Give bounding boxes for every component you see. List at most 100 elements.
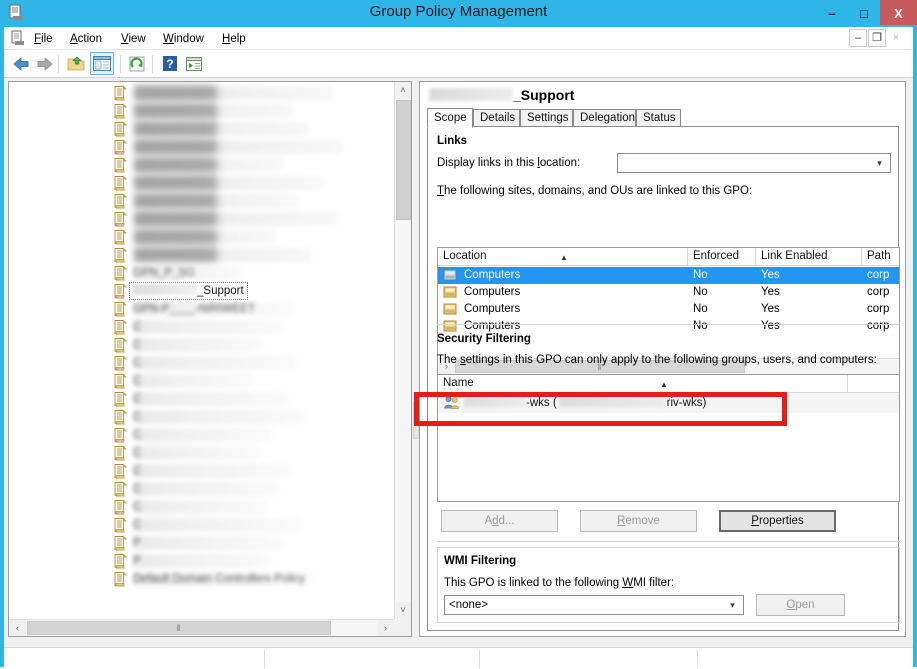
menu-window[interactable]: Window — [159, 31, 208, 47]
tree-item-label: P — [133, 554, 271, 568]
column-header-link-enabled[interactable]: Link Enabled — [756, 248, 862, 266]
tree-item[interactable]: C — [9, 462, 394, 480]
gpo-icon — [113, 193, 128, 209]
mdi-minimize-button[interactable]: – — [849, 29, 867, 47]
gpo-tree-pane[interactable]: ██████████ ██████████ ██████████ ██████████… — [8, 81, 412, 637]
wmi-filter-selected-value: <none> — [449, 599, 489, 611]
tree-item-label: _Support — [197, 285, 244, 297]
properties-button[interactable]: Properties — [719, 510, 836, 532]
scroll-up-arrow[interactable]: ˄ — [395, 82, 411, 99]
tree-vertical-scrollbar[interactable]: ˄ ˅ — [394, 82, 411, 619]
tree-item[interactable]: C — [9, 336, 394, 354]
links-cell-location: Computers — [464, 286, 521, 298]
tree-item[interactable]: ██████████ — [9, 102, 394, 120]
menu-view[interactable]: View — [117, 31, 150, 47]
tree-item[interactable]: C — [9, 318, 394, 336]
tree-item[interactable]: C — [9, 498, 394, 516]
tree-item[interactable]: ██████████ — [9, 192, 394, 210]
status-bar — [4, 647, 913, 669]
display-links-label: Display links in this location: — [437, 157, 581, 169]
help-icon[interactable]: ? — [160, 54, 180, 74]
tab-details[interactable]: Details — [473, 109, 520, 127]
tree-item[interactable]: ██████████ — [9, 246, 394, 264]
display-links-location-combo[interactable]: ▾ — [617, 153, 891, 173]
up-folder-icon[interactable] — [66, 54, 86, 74]
back-icon[interactable] — [12, 54, 32, 74]
close-button[interactable]: X — [880, 0, 917, 25]
tree-item-label: C — [133, 446, 261, 460]
minimize-button[interactable]: – — [816, 0, 848, 25]
links-cell-location: Computers — [464, 269, 521, 281]
column-header-location[interactable]: Location ▲ — [438, 248, 688, 266]
tree-item[interactable]: ██████████ — [9, 120, 394, 138]
tree-item[interactable]: P — [9, 534, 394, 552]
tree-item[interactable]: GPN-P____-NIRIWEET — [9, 300, 394, 318]
column-header-path[interactable]: Path — [862, 248, 899, 266]
tree-item[interactable]: C — [9, 426, 394, 444]
security-section-divider — [437, 541, 900, 542]
tree-item[interactable]: ██████████ — [9, 138, 394, 156]
tree-vscroll-thumb[interactable] — [396, 100, 411, 220]
scroll-left-arrow[interactable]: ‹ — [9, 620, 26, 636]
open-wmi-filter-button[interactable]: Open — [756, 594, 845, 616]
export-list-icon[interactable] — [184, 54, 204, 74]
remove-button[interactable]: Remove — [580, 510, 697, 532]
tree-item[interactable]: ██████████ — [9, 210, 394, 228]
tab-delegation[interactable]: Delegation — [573, 109, 636, 127]
tree-item[interactable]: P — [9, 552, 394, 570]
gpo-icon — [113, 211, 128, 227]
show-hide-tree-icon[interactable] — [90, 52, 114, 75]
tree-item[interactable]: C — [9, 444, 394, 462]
tree-item-label: C — [133, 320, 283, 334]
tree-item[interactable]: Default Domain Controllers Policy — [9, 570, 394, 588]
tree-item[interactable]: C — [9, 516, 394, 534]
tab-settings[interactable]: Settings — [520, 109, 573, 127]
tree-item[interactable]: C — [9, 372, 394, 390]
tree-item[interactable]: C — [9, 354, 394, 372]
tab-scope[interactable]: Scope — [427, 108, 473, 128]
links-cell-path: corp — [867, 269, 890, 281]
column-header-enforced[interactable]: Enforced — [688, 248, 756, 266]
security-filtering-entry-row[interactable]: -wks (riv-wks) — [438, 393, 899, 413]
links-table-row[interactable]: Computers No Yes corp — [438, 284, 899, 301]
mdi-restore-button[interactable]: ❐ — [868, 29, 886, 47]
tree-item-label: GPN_P_SG — [133, 266, 243, 280]
scroll-down-arrow[interactable]: ˅ — [395, 602, 411, 619]
tree-hscroll-thumb[interactable]: ‖ — [27, 621, 331, 635]
security-filtering-listview[interactable]: Name ▲ -wks (riv-wks) — [437, 374, 900, 502]
maximize-button[interactable]: □ — [848, 0, 880, 25]
tree-item[interactable]: C — [9, 408, 394, 426]
tree-item[interactable]: ██████████ — [9, 84, 394, 102]
tree-item[interactable]: ██████████ — [9, 156, 394, 174]
gpo-detail-pane: _Support Scope Details Settings Delegati… — [419, 81, 906, 637]
tree-item[interactable]: ██████████ — [9, 228, 394, 246]
wmi-filter-combo[interactable]: <none> ▾ — [444, 595, 744, 615]
links-table-row[interactable]: Computers No Yes corp — [438, 301, 899, 318]
scroll-right-arrow[interactable]: › — [377, 620, 394, 636]
forward-icon[interactable] — [34, 54, 54, 74]
wmi-filtering-group-title: WMI Filtering — [444, 555, 517, 567]
menu-help[interactable]: Help — [218, 31, 250, 47]
tree-item[interactable]: ██████████ — [9, 174, 394, 192]
add-button[interactable]: Add... — [441, 510, 558, 532]
gpo-icon — [113, 319, 128, 335]
gpo-tree-list[interactable]: ██████████ ██████████ ██████████ ██████████… — [9, 82, 394, 619]
links-table-row[interactable]: Computers No Yes corp — [438, 267, 899, 284]
links-cell-path: corp — [867, 303, 890, 315]
tree-item[interactable]: C — [9, 390, 394, 408]
chevron-down-icon[interactable]: ▾ — [871, 155, 888, 171]
tree-horizontal-scrollbar[interactable]: ‹ ‖ › — [9, 619, 394, 636]
menu-file[interactable]: File — [30, 31, 57, 47]
column-header-name[interactable]: Name ▲ — [438, 375, 848, 393]
links-intro-text: The following sites, domains, and OUs ar… — [437, 185, 753, 197]
tree-item[interactable]: C — [9, 480, 394, 498]
tree-item-label: ██████████ — [133, 212, 338, 226]
refresh-icon[interactable] — [127, 54, 147, 74]
tree-item[interactable]: GPN_P_SG — [9, 264, 394, 282]
menu-action[interactable]: Action — [66, 31, 106, 47]
chevron-down-icon[interactable]: ▾ — [724, 597, 741, 613]
mdi-close-button[interactable]: × — [887, 29, 905, 47]
application-window: Group Policy Management – □ X File Actio… — [0, 0, 917, 669]
tree-item[interactable]: _Support — [9, 282, 394, 300]
tab-status[interactable]: Status — [636, 109, 681, 127]
